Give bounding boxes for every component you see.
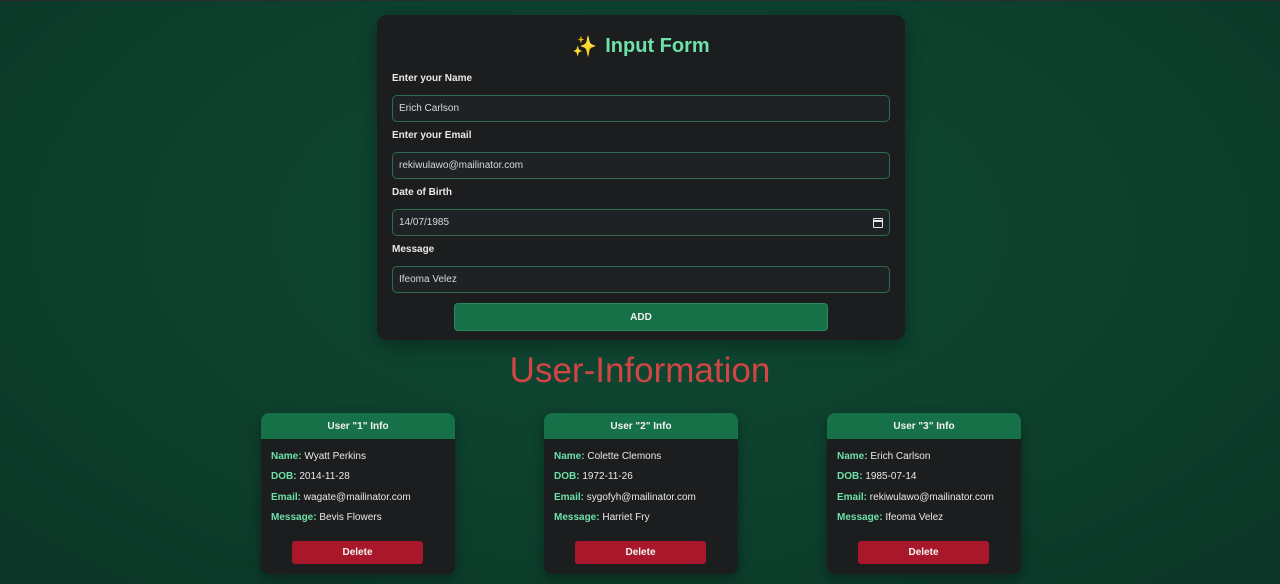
user-name: Colette Clemons (587, 451, 662, 462)
message-label: Message (392, 244, 435, 255)
dob-key: DOB: (271, 471, 297, 483)
user-card-header: User "3" Info (827, 413, 1021, 439)
dob-field[interactable]: 14/07/1985 (392, 209, 890, 236)
sparkles-icon: ✨ (572, 35, 598, 58)
user-dob: 1972-11-26 (582, 471, 633, 483)
user-message-row: Message: Ifeoma Velez (837, 508, 1011, 528)
email-field[interactable]: rekiwulawo@mailinator.com (392, 152, 890, 179)
user-dob: 2014-11-28 (299, 471, 350, 483)
form-title: ✨ Input Form (392, 33, 890, 59)
message-key: Message: (837, 511, 883, 523)
user-email-row: Email: wagate@mailinator.com (271, 488, 445, 508)
user-email: rekiwulawo@mailinator.com (869, 491, 994, 503)
user-card: User "3" Info Name: Erich Carlson DOB: 1… (827, 413, 1021, 574)
user-email-row: Email: sygofyh@mailinator.com (554, 488, 728, 508)
form-title-text: Input Form (605, 34, 710, 57)
delete-button[interactable]: Delete (858, 541, 989, 564)
user-card-header: User "1" Info (261, 413, 455, 439)
user-information-heading: User-Information (509, 351, 771, 390)
message-field[interactable]: Ifeoma Velez (392, 266, 890, 293)
email-key: Email: (837, 491, 868, 503)
user-name: Erich Carlson (870, 451, 931, 462)
email-label: Enter your Email (392, 130, 472, 141)
user-email: sygofyh@mailinator.com (586, 491, 696, 503)
user-dob: 1985-07-14 (865, 471, 917, 483)
name-field[interactable]: Erich Carlson (392, 95, 890, 122)
dob-key: DOB: (837, 471, 863, 483)
user-dob-row: DOB: 1972-11-26 (554, 467, 728, 487)
message-key: Message: (271, 511, 317, 523)
user-name-row: Name: Erich Carlson (837, 447, 1011, 467)
user-message: Harriet Fry (602, 511, 650, 523)
name-field-value: Erich Carlson (399, 103, 460, 114)
user-email: wagate@mailinator.com (303, 491, 411, 503)
user-card: User "1" Info Name: Wyatt Perkins DOB: 2… (261, 413, 455, 574)
user-message: Bevis Flowers (319, 511, 382, 523)
dob-key: DOB: (554, 471, 580, 483)
calendar-icon[interactable] (873, 217, 883, 228)
user-card: User "2" Info Name: Colette Clemons DOB:… (544, 413, 738, 574)
user-message-row: Message: Harriet Fry (554, 508, 728, 528)
email-key: Email: (271, 491, 302, 503)
email-field-value: rekiwulawo@mailinator.com (399, 160, 524, 171)
user-email-row: Email: rekiwulawo@mailinator.com (837, 488, 1011, 508)
name-key: Name: (271, 451, 302, 462)
user-card-header: User "2" Info (544, 413, 738, 439)
input-form-card: ✨ Input Form Enter your Name Erich Carls… (377, 15, 905, 340)
delete-button[interactable]: Delete (575, 541, 706, 564)
dob-field-value: 14/07/1985 (399, 217, 450, 228)
user-name: Wyatt Perkins (304, 451, 366, 462)
message-key: Message: (554, 511, 600, 523)
name-key: Name: (837, 451, 868, 462)
user-name-row: Name: Wyatt Perkins (271, 447, 445, 467)
email-key: Email: (554, 491, 585, 503)
user-name-row: Name: Colette Clemons (554, 447, 728, 467)
user-message: Ifeoma Velez (885, 511, 944, 523)
user-dob-row: DOB: 2014-11-28 (271, 467, 445, 487)
message-field-value: Ifeoma Velez (399, 274, 457, 285)
dob-label: Date of Birth (392, 187, 452, 198)
add-button[interactable]: ADD (454, 303, 828, 331)
user-message-row: Message: Bevis Flowers (271, 508, 445, 528)
delete-button[interactable]: Delete (292, 541, 423, 564)
name-label: Enter your Name (392, 73, 473, 84)
user-dob-row: DOB: 1985-07-14 (837, 467, 1011, 487)
name-key: Name: (554, 451, 585, 462)
